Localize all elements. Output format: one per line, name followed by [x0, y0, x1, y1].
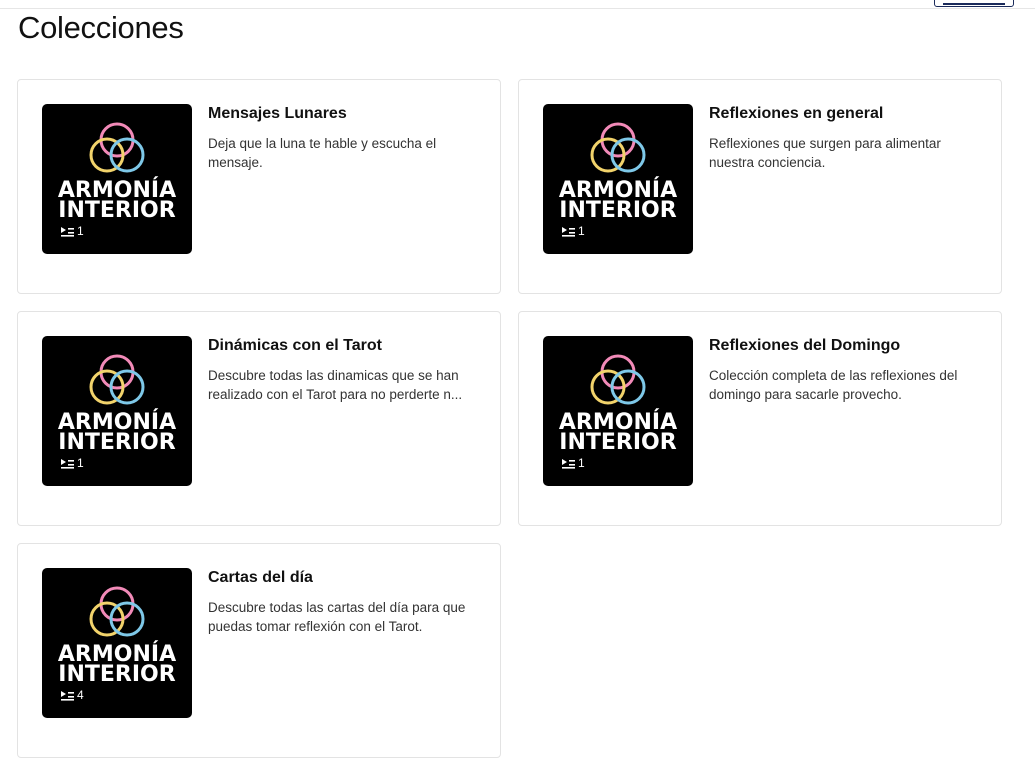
episode-count-value: 1 [77, 224, 84, 238]
brand-wordmark: ARMONÍA INTERIOR [42, 412, 192, 455]
brand-line-2: INTERIOR [559, 430, 677, 455]
collection-title[interactable]: Mensajes Lunares [208, 104, 347, 124]
episode-count-value: 4 [77, 688, 84, 702]
playlist-icon [61, 691, 74, 701]
episode-count: 1 [60, 456, 84, 470]
brand-line-2: INTERIOR [58, 430, 176, 455]
brand-wordmark: ARMONÍA INTERIOR [543, 412, 693, 455]
episode-count: 1 [561, 224, 585, 238]
brand-wordmark: ARMONÍA INTERIOR [42, 644, 192, 687]
collection-thumbnail: ARMONÍA INTERIOR 1 [543, 336, 693, 486]
collection-thumbnail: ARMONÍA INTERIOR 1 [543, 104, 693, 254]
collection-description: Deja que la luna te hable y escucha el m… [208, 136, 437, 170]
collection-thumbnail: ARMONÍA INTERIOR 4 [42, 568, 192, 718]
collection-description: Colección completa de las reflexiones de… [709, 368, 958, 402]
brand-line-2: INTERIOR [559, 198, 677, 223]
collection-title[interactable]: Reflexiones en general [709, 104, 883, 124]
collection-card[interactable]: ARMONÍA INTERIOR 1 Dinámicas con el Taro… [17, 311, 501, 526]
collection-card[interactable]: ARMONÍA INTERIOR 1 Mensajes Lunares Deja… [17, 79, 501, 294]
collection-description: Reflexiones que surgen para alimentar nu… [709, 136, 941, 170]
overlapping-rings-logo-icon [590, 122, 646, 173]
playlist-icon [61, 459, 74, 469]
header-button[interactable] [934, 0, 1014, 7]
brand-line-2: INTERIOR [58, 662, 176, 687]
overlapping-rings-logo-icon [590, 354, 646, 405]
collection-title[interactable]: Cartas del día [208, 568, 313, 588]
collections-grid: ARMONÍA INTERIOR 1 Mensajes Lunares Deja… [17, 79, 1002, 758]
collection-thumbnail: ARMONÍA INTERIOR 1 [42, 336, 192, 486]
episode-count: 4 [60, 688, 84, 702]
overlapping-rings-logo-icon [89, 354, 145, 405]
episode-count: 1 [60, 224, 84, 238]
brand-wordmark: ARMONÍA INTERIOR [42, 180, 192, 223]
playlist-icon [61, 227, 74, 237]
collection-card[interactable]: ARMONÍA INTERIOR 4 Cartas del día Descub… [17, 543, 501, 758]
brand-line-2: INTERIOR [58, 198, 176, 223]
collection-description: Descubre todas las cartas del día para q… [208, 600, 466, 634]
episode-count: 1 [561, 456, 585, 470]
collection-card[interactable]: ARMONÍA INTERIOR 1 Reflexiones en genera… [518, 79, 1002, 294]
overlapping-rings-logo-icon [89, 122, 145, 173]
playlist-icon [562, 459, 575, 469]
collection-card[interactable]: ARMONÍA INTERIOR 1 Reflexiones del Domin… [518, 311, 1002, 526]
top-header-bar [0, 0, 1035, 9]
page-title: Colecciones [18, 10, 184, 45]
collection-thumbnail: ARMONÍA INTERIOR 1 [42, 104, 192, 254]
collection-description: Descubre todas las dinamicas que se han … [208, 368, 463, 402]
brand-wordmark: ARMONÍA INTERIOR [543, 180, 693, 223]
playlist-icon [562, 227, 575, 237]
collection-title[interactable]: Reflexiones del Domingo [709, 336, 900, 356]
overlapping-rings-logo-icon [89, 586, 145, 637]
episode-count-value: 1 [578, 224, 585, 238]
episode-count-value: 1 [77, 456, 84, 470]
collection-title[interactable]: Dinámicas con el Tarot [208, 336, 382, 356]
episode-count-value: 1 [578, 456, 585, 470]
